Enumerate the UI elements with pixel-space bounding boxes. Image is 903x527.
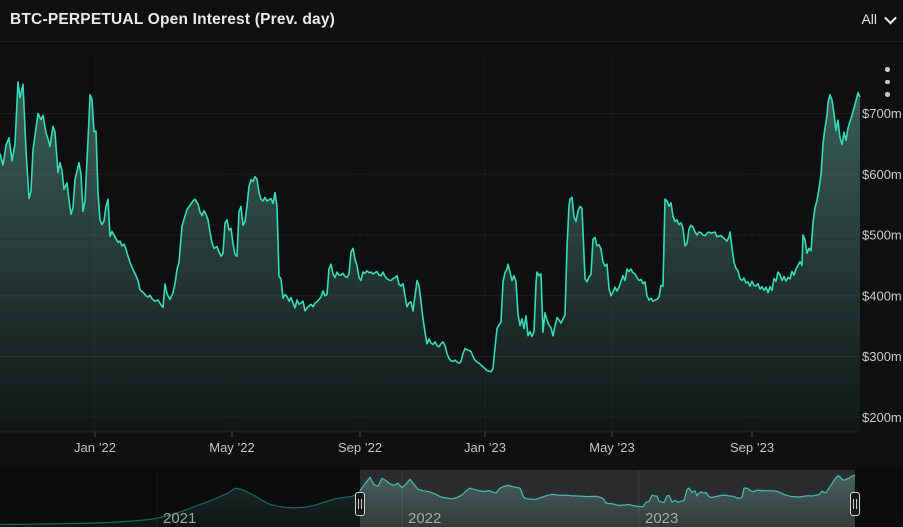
navigator-mask-right[interactable] [855,470,903,527]
y-axis-label: $200m [862,410,902,425]
navigator-right-handle[interactable] [850,492,860,516]
y-axis-label: $600m [862,167,902,182]
x-axis-label: Sep ’22 [338,440,382,455]
y-axis-label: $400m [862,288,902,303]
y-axis-label: $500m [862,228,902,243]
x-axis-label: Sep ’23 [730,440,774,455]
y-axis-label: $700m [862,106,902,121]
navigator-year-label: 2021 [163,510,196,527]
x-axis-label: Jan ’23 [464,440,506,455]
open-interest-chart-widget: BTC-PERPETUAL Open Interest (Prev. day) … [0,0,903,527]
x-axis-label: Jan ’22 [74,440,116,455]
navigator-year-label: 2023 [645,510,678,527]
main-chart-plot[interactable]: $700m $600m $500m $400m $300m $200m Jan ’22 May… [0,0,903,527]
x-axis-label: May ’22 [209,440,255,455]
navigator-left-handle[interactable] [355,492,365,516]
navigator-year-label: 2022 [408,510,441,527]
x-axis-label: May ’23 [589,440,635,455]
y-axis-label: $300m [862,349,902,364]
